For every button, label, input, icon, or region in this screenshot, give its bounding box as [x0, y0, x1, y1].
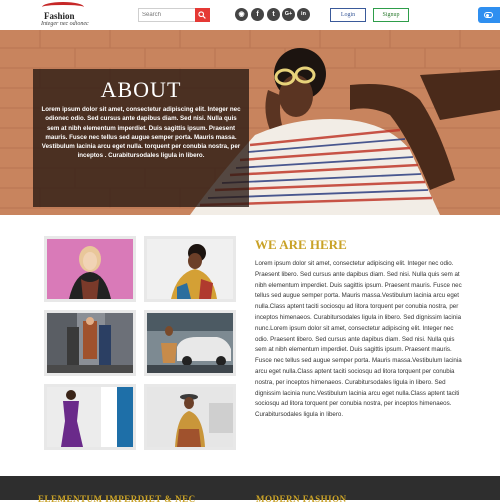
gallery-photo[interactable] [144, 236, 236, 302]
photo-woman-car [147, 313, 233, 373]
photo-woman-sunglasses [147, 239, 233, 299]
search-button[interactable] [195, 8, 210, 22]
site-footer: ELEMENTUM IMPERDIET & NEC MODERN FASHION [0, 476, 500, 504]
site-logo[interactable]: Fashion Integer nec odionec [38, 2, 89, 30]
search-box [138, 8, 210, 22]
about-box: ABOUT Lorem ipsum dolor sit amet, consec… [33, 69, 249, 207]
section-title: WE ARE HERE [255, 237, 347, 252]
linkedin-icon[interactable]: in [297, 8, 310, 21]
search-input[interactable] [139, 9, 195, 21]
photo-gallery [44, 236, 236, 450]
hero-banner: ABOUT Lorem ipsum dolor sit amet, consec… [0, 30, 500, 215]
gallery-photo[interactable] [44, 384, 136, 450]
search-icon [198, 11, 206, 19]
gallery-photo[interactable] [144, 310, 236, 376]
logo-tagline: Integer nec odionec [41, 21, 89, 27]
twitter-icon[interactable]: t [267, 8, 280, 21]
photo-woman-purple-dress [47, 387, 133, 447]
section-text: Lorem ipsum dolor sit amet, consectetur … [255, 260, 462, 419]
rss-icon[interactable]: ◉ [235, 8, 248, 21]
photo-woman-hat [147, 387, 233, 447]
site-header: Fashion Integer nec odionec ◉ f t G+ in … [0, 0, 500, 30]
signup-button[interactable]: Signup [373, 8, 409, 22]
settings-toggle[interactable] [478, 7, 500, 23]
about-text: Lorem ipsum dolor sit amet, consectetur … [41, 106, 241, 160]
logo-name: Fashion [44, 11, 75, 21]
gallery-photo[interactable] [144, 384, 236, 450]
gallery-photo[interactable] [44, 236, 136, 302]
google-plus-icon[interactable]: G+ [282, 8, 295, 21]
facebook-icon[interactable]: f [251, 8, 264, 21]
footer-column-title: MODERN FASHION [256, 494, 347, 504]
footer-column-title: ELEMENTUM IMPERDIET & NEC [38, 494, 196, 504]
photo-blonde-woman [47, 239, 133, 299]
gallery-photo[interactable] [44, 310, 136, 376]
photo-street-group [47, 313, 133, 373]
about-title: ABOUT [100, 77, 182, 102]
login-button[interactable]: Login [330, 8, 366, 22]
toggle-icon [484, 12, 493, 18]
